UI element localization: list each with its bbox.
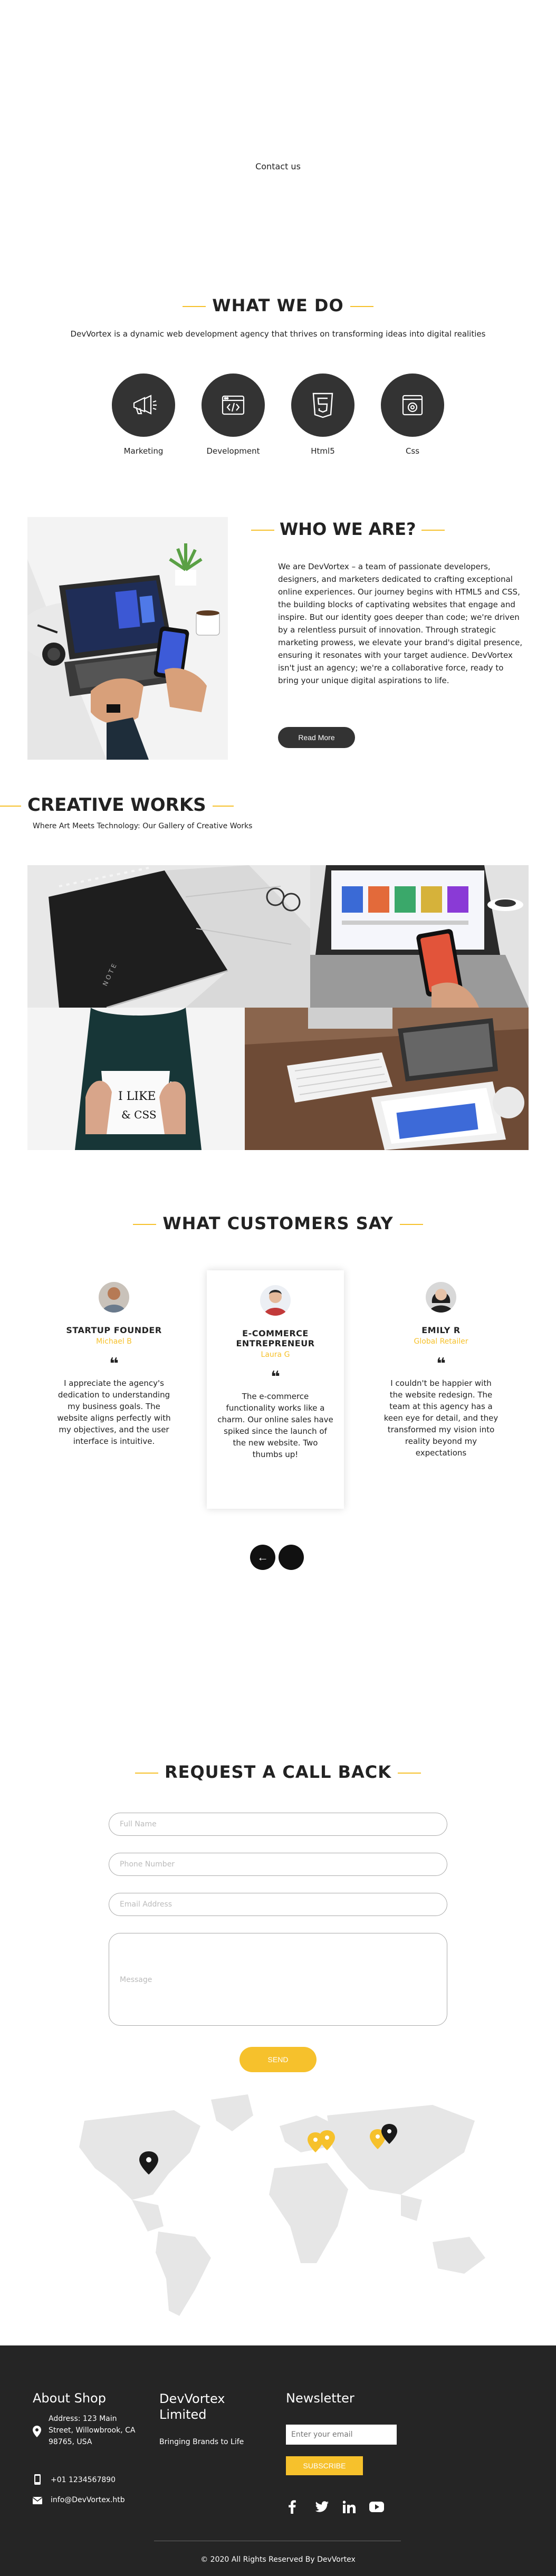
service-marketing[interactable]: Marketing [101,374,186,456]
hero-section: Contact us [0,0,556,274]
footer-email-link[interactable]: info@DevVortex.htb [51,2494,125,2506]
footer-phone: +01 1234567890 [51,2476,116,2484]
who-we-are-section: WHO WE ARE? We are DevVortex – a team of… [0,506,556,760]
gallery-image-mug[interactable]: I LIKE & CSS [27,1008,245,1150]
avatar [260,1285,291,1316]
testimonial-name: Global Retailer [414,1337,468,1346]
youtube-icon[interactable] [369,2500,384,2514]
testimonial-role: EMILY R [421,1325,461,1335]
testimonial-name: Michael B [96,1337,132,1346]
heading-accent-line [350,306,373,307]
testimonials-section: WHAT CUSTOMERS SAY STARTUP FOUNDER Micha… [0,1208,556,1593]
testimonial-card-featured: E-COMMERCE ENTREPRENEUR Laura G ❝ The e-… [207,1270,344,1509]
full-name-field[interactable] [109,1813,447,1836]
brand-title: DevVortex Limited [159,2391,225,2422]
testimonial-role: E-COMMERCE ENTREPRENEUR [236,1328,315,1348]
testimonial-card: STARTUP FOUNDER Michael B ❝ I appreciate… [45,1282,183,1447]
who-we-are-heading: WHO WE ARE? [251,519,445,539]
heading-accent-line [399,1224,423,1225]
avatar [426,1282,456,1313]
location-icon [33,2426,41,2439]
email-address-field[interactable] [109,1893,447,1916]
creative-works-heading: CREATIVE WORKS [0,794,234,816]
testimonials-heading: WHAT CUSTOMERS SAY [0,1213,556,1233]
testimonial-text: I couldn't be happier with the website r… [384,1378,499,1458]
html5-icon [291,374,354,437]
facebook-icon[interactable] [285,2500,300,2514]
brand-tagline: Bringing Brands to Life [159,2438,244,2446]
service-development[interactable]: Development [191,374,275,456]
testimonial-card: EMILY R Global Retailer ❝ I couldn't be … [372,1282,510,1459]
code-window-icon [202,374,265,437]
testimonial-text: I appreciate the agency's dedication to … [57,1378,171,1446]
css-icon [381,374,444,437]
gallery-image-desk[interactable] [245,1008,529,1150]
what-we-do-heading: WHAT WE DO [0,295,556,315]
contact-us-link[interactable]: Contact us [0,161,556,171]
service-label: Html5 [311,446,335,456]
testimonial-role: STARTUP FOUNDER [66,1325,162,1335]
quote-icon: ❝ [436,1355,446,1373]
heading-accent-line [135,1773,158,1774]
creative-works-subtitle: Where Art Meets Technology: Our Gallery … [33,822,253,830]
gallery-image-laptop-phone[interactable] [310,865,529,1008]
send-button[interactable]: SEND [239,2047,317,2072]
callback-heading: REQUEST A CALL BACK [0,1762,556,1782]
phone-icon [33,2474,42,2487]
who-we-are-text: We are DevVortex – a team of passionate … [278,562,523,685]
avatar [99,1282,129,1313]
heading-accent-line [212,805,234,807]
svg-text:& CSS: & CSS [121,1108,157,1121]
what-we-do-subtitle: DevVortex is a dynamic web development a… [70,329,486,339]
service-label: Css [405,446,420,456]
mail-icon [32,2496,43,2506]
creative-gallery: N O T E I LIKE & CSS [27,865,529,1150]
service-html5[interactable]: Html5 [281,374,365,456]
quote-icon: ❝ [109,1355,119,1373]
megaphone-icon [112,374,175,437]
heading-accent-line [183,306,206,307]
site-footer: About Shop Address: 123 Main Street, Wil… [0,2345,556,2576]
gallery-image-notebook[interactable]: N O T E [27,865,310,1008]
footer-address: Address: 123 Main Street, Willowbrook, C… [49,2415,136,2446]
heading-accent-line [398,1773,421,1774]
about-shop-title: About Shop [33,2391,106,2406]
service-label: Marketing [123,446,164,456]
twitter-icon[interactable] [314,2500,329,2514]
message-field[interactable] [109,1933,447,2026]
newsletter-title: Newsletter [286,2391,354,2406]
previous-testimonial-button[interactable]: ← [250,1545,275,1570]
heading-accent-line [0,805,21,807]
heading-accent-line [251,530,274,531]
subscribe-button[interactable]: SUBSCRIBE [286,2456,363,2475]
laptop-phone-photo [27,517,228,760]
phone-number-field[interactable] [109,1853,447,1876]
testimonial-text: The e-commerce functionality works like … [217,1392,333,1459]
service-label: Development [206,446,260,456]
world-map [0,2089,556,2321]
service-css[interactable]: Css [370,374,455,456]
read-more-button[interactable]: Read More [278,727,355,748]
heading-accent-line [421,530,445,531]
heading-accent-line [133,1224,157,1225]
next-testimonial-button[interactable] [279,1545,304,1570]
svg-text:I LIKE: I LIKE [118,1090,156,1103]
linkedin-icon[interactable] [342,2500,357,2514]
what-we-do-section: WHAT WE DO DevVortex is a dynamic web de… [0,295,556,456]
quote-icon: ❝ [271,1368,280,1386]
copyright-text: © 2020 All Rights Reserved By DevVortex [200,2555,356,2564]
testimonial-name: Laura G [261,1351,290,1359]
newsletter-email-input[interactable] [286,2425,397,2445]
